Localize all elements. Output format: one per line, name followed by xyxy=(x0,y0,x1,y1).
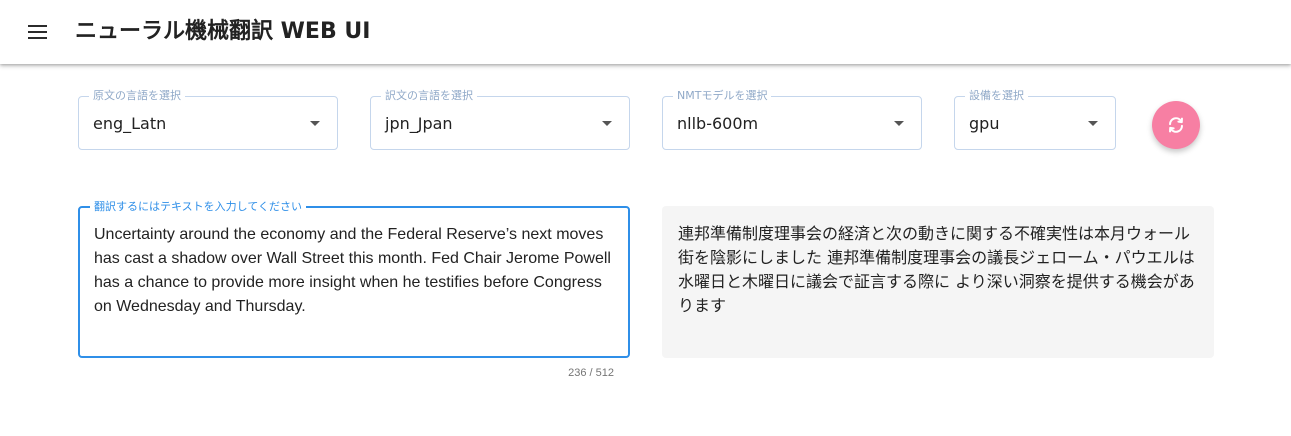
source-language-value: eng_Latn xyxy=(93,114,167,133)
source-text-input[interactable]: Uncertainty around the economy and the F… xyxy=(94,223,618,347)
target-language-select[interactable]: 訳文の言語を選択 jpn_Jpan xyxy=(370,89,630,150)
dropdown-arrow-icon xyxy=(602,121,612,126)
nmt-model-select[interactable]: NMTモデルを選択 nllb-600m xyxy=(662,89,922,150)
nmt-model-value: nllb-600m xyxy=(677,114,759,133)
source-language-label: 原文の言語を選択 xyxy=(89,89,185,103)
source-language-select[interactable]: 原文の言語を選択 eng_Latn xyxy=(78,89,338,150)
app-bar: ニューラル機械翻訳 WEB UI xyxy=(0,0,1291,64)
dropdown-arrow-icon xyxy=(1088,121,1098,126)
nmt-model-label: NMTモデルを選択 xyxy=(673,89,772,103)
device-value: gpu xyxy=(969,114,1000,133)
device-select[interactable]: 設備を選択 gpu xyxy=(954,89,1116,150)
dropdown-arrow-icon xyxy=(894,121,904,126)
translation-output: 連邦準備制度理事会の経済と次の動きに関する不確実性は本月ウォール街を陰影にしまし… xyxy=(662,206,1214,358)
menu-icon xyxy=(28,25,47,27)
character-counter: 236 / 512 xyxy=(568,367,614,379)
source-text-field[interactable]: 翻訳するにはテキストを入力してください Uncertainty around t… xyxy=(78,200,630,358)
source-text-label: 翻訳するにはテキストを入力してください xyxy=(90,200,307,214)
app-title: ニューラル機械翻訳 WEB UI xyxy=(75,19,371,44)
swap-icon xyxy=(1169,117,1183,133)
translation-output-text: 連邦準備制度理事会の経済と次の動きに関する不確実性は本月ウォール街を陰影にしまし… xyxy=(678,224,1195,315)
swap-languages-button[interactable] xyxy=(1152,101,1200,149)
dropdown-arrow-icon xyxy=(310,121,320,126)
menu-button[interactable] xyxy=(18,12,58,52)
target-language-value: jpn_Jpan xyxy=(385,114,453,133)
device-label: 設備を選択 xyxy=(965,89,1028,103)
target-language-label: 訳文の言語を選択 xyxy=(381,89,477,103)
